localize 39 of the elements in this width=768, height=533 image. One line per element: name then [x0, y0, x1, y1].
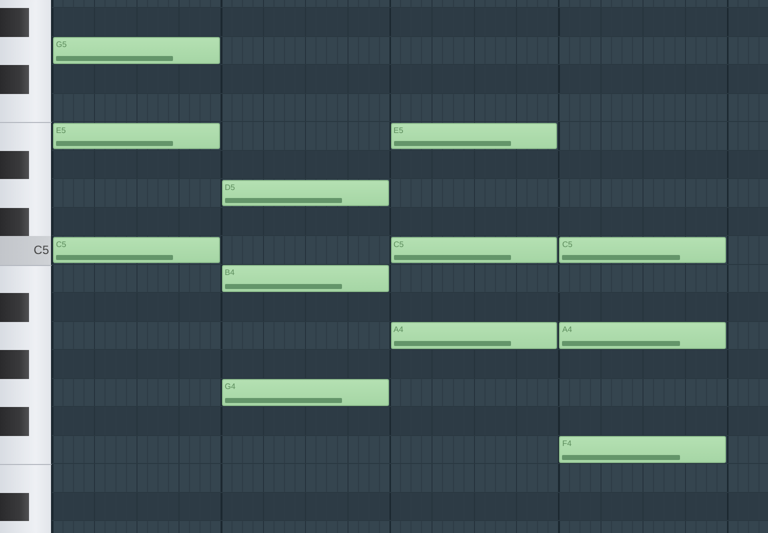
piano-key[interactable] [0, 378, 52, 407]
note-block[interactable]: G4 [222, 379, 388, 406]
note-label: A4 [562, 325, 572, 334]
note-block[interactable]: E5 [390, 122, 558, 149]
note-label: C5 [394, 240, 404, 248]
note-block[interactable]: C5 [53, 236, 220, 263]
note-block[interactable]: E5 [53, 122, 220, 149]
piano-key[interactable]: C5 [0, 236, 52, 264]
piano-key[interactable] [0, 94, 52, 122]
note-block[interactable]: G5 [53, 37, 220, 64]
note-label: F4 [562, 439, 572, 448]
key-label: C5 [34, 243, 50, 258]
piano-key[interactable] [0, 492, 52, 521]
note-label: E5 [56, 126, 66, 134]
note-label: E5 [394, 126, 404, 134]
piano-key[interactable] [0, 36, 52, 65]
note-block[interactable]: A4 [559, 322, 726, 348]
note-block[interactable]: C5 [559, 236, 726, 263]
note-block[interactable]: D5 [222, 180, 388, 206]
piano-key[interactable] [0, 208, 52, 236]
piano-key[interactable] [0, 65, 52, 94]
piano-key[interactable] [0, 350, 52, 378]
piano-key[interactable] [0, 293, 52, 322]
note-label: D5 [224, 182, 235, 192]
note-block[interactable]: F4 [559, 436, 726, 462]
piano-key[interactable] [0, 322, 52, 350]
piano-key[interactable] [0, 150, 52, 179]
note-block[interactable]: B4 [222, 265, 388, 292]
piano-key[interactable] [0, 407, 52, 436]
note-label: C5 [56, 240, 66, 248]
piano-key[interactable] [0, 8, 52, 36]
note-block[interactable]: C5 [390, 236, 558, 263]
note-label: G5 [56, 40, 67, 49]
note-block[interactable]: A4 [390, 322, 558, 348]
note-label: C5 [562, 240, 572, 248]
note-label: G4 [224, 382, 236, 391]
note-label: A4 [394, 325, 404, 334]
piano-key[interactable] [0, 436, 52, 464]
note-label: B4 [224, 268, 235, 277]
